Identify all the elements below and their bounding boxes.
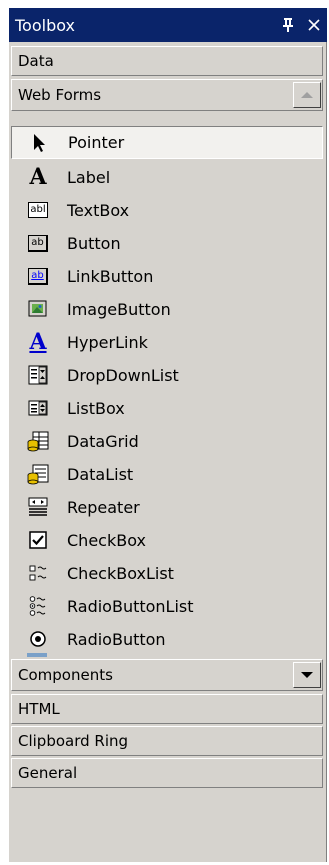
toolbox-panel: Toolbox Data Web Forms Pointer A Label a… [9, 8, 327, 862]
dropdownlist-icon [27, 364, 49, 386]
toolbox-item-label: DataGrid [67, 432, 139, 451]
tab-html-label: HTML [18, 700, 60, 718]
tab-clipboard-ring-label: Clipboard Ring [18, 732, 129, 750]
toolbox-item-checkbox[interactable]: CheckBox [11, 524, 323, 557]
datalist-icon [27, 463, 49, 485]
button-icon: ab [27, 232, 49, 254]
toolbox-titlebar: Toolbox [9, 8, 327, 42]
toolbox-title: Toolbox [15, 15, 75, 35]
toolbox-item-repeater[interactable]: Repeater [11, 491, 323, 524]
toolbox-item-label: Repeater [67, 498, 140, 517]
toolbox-item-radiobutton[interactable]: RadioButton [11, 623, 323, 656]
chevron-up-icon [301, 92, 313, 98]
scroll-down-button[interactable] [293, 662, 321, 688]
toolbox-item-datagrid[interactable]: DataGrid [11, 425, 323, 458]
toolbox-item-label-control[interactable]: A Label [11, 161, 323, 194]
tab-clipboard-ring[interactable]: Clipboard Ring [11, 726, 323, 756]
toolbox-item-label: LinkButton [67, 267, 154, 286]
toolbox-item-listbox[interactable]: ListBox [11, 392, 323, 425]
tab-web-forms[interactable]: Web Forms [11, 79, 323, 111]
toolbox-item-label: CheckBoxList [67, 564, 174, 583]
toolbox-item-linkbutton[interactable]: ab LinkButton [11, 260, 323, 293]
toolbox-item-label: Pointer [68, 133, 125, 152]
partial-item-icon [27, 653, 47, 657]
checkboxlist-icon [27, 562, 49, 584]
tab-data[interactable]: Data [11, 46, 323, 76]
toolbox-item-checkboxlist[interactable]: CheckBoxList [11, 557, 323, 590]
toolbox-item-label: ListBox [67, 399, 125, 418]
toolbox-item-list: Pointer A Label abl TextBox ab Button ab… [11, 126, 323, 657]
toolbox-item-label: DropDownList [67, 366, 179, 385]
label-icon: A [29, 164, 47, 190]
tab-web-forms-label: Web Forms [18, 86, 102, 104]
toolbox-item-pointer[interactable]: Pointer [11, 126, 323, 159]
pin-icon[interactable] [275, 13, 301, 37]
scroll-up-button[interactable] [293, 82, 321, 108]
checkbox-icon [27, 529, 49, 551]
datagrid-icon [27, 430, 49, 452]
toolbox-item-label: Label [67, 168, 111, 187]
imagebutton-icon [27, 298, 49, 320]
toolbox-item-label: TextBox [67, 201, 130, 220]
tab-general[interactable]: General [11, 758, 323, 788]
tab-html[interactable]: HTML [11, 694, 323, 724]
toolbox-item-hyperlink[interactable]: A HyperLink [11, 326, 323, 359]
toolbox-item-label: HyperLink [67, 333, 148, 352]
toolbox-item-textbox[interactable]: abl TextBox [11, 194, 323, 227]
toolbox-item-button[interactable]: ab Button [11, 227, 323, 260]
pointer-icon [28, 132, 50, 154]
toolbox-item-label: RadioButton [67, 630, 166, 649]
toolbox-item-label: DataList [67, 465, 134, 484]
repeater-icon [27, 496, 49, 518]
toolbox-item-label: RadioButtonList [67, 597, 194, 616]
linkbutton-icon: ab [27, 265, 49, 287]
toolbox-item-label: CheckBox [67, 531, 146, 550]
tab-general-label: General [18, 764, 78, 782]
textbox-icon: abl [27, 199, 49, 221]
toolbox-item-label: ImageButton [67, 300, 171, 319]
toolbox-item-dropdownlist[interactable]: DropDownList [11, 359, 323, 392]
toolbox-item-radiobuttonlist[interactable]: RadioButtonList [11, 590, 323, 623]
radiobuttonlist-icon [27, 595, 49, 617]
tab-components[interactable]: Components [11, 659, 323, 691]
hyperlink-icon: A [29, 329, 47, 355]
toolbox-item-imagebutton[interactable]: ImageButton [11, 293, 323, 326]
listbox-icon [27, 397, 49, 419]
tab-data-label: Data [18, 52, 54, 70]
close-icon[interactable] [301, 13, 327, 37]
tab-components-label: Components [18, 666, 113, 684]
chevron-down-icon [301, 672, 313, 678]
toolbox-item-datalist[interactable]: DataList [11, 458, 323, 491]
radiobutton-icon [27, 628, 49, 650]
toolbox-item-label: Button [67, 234, 121, 253]
